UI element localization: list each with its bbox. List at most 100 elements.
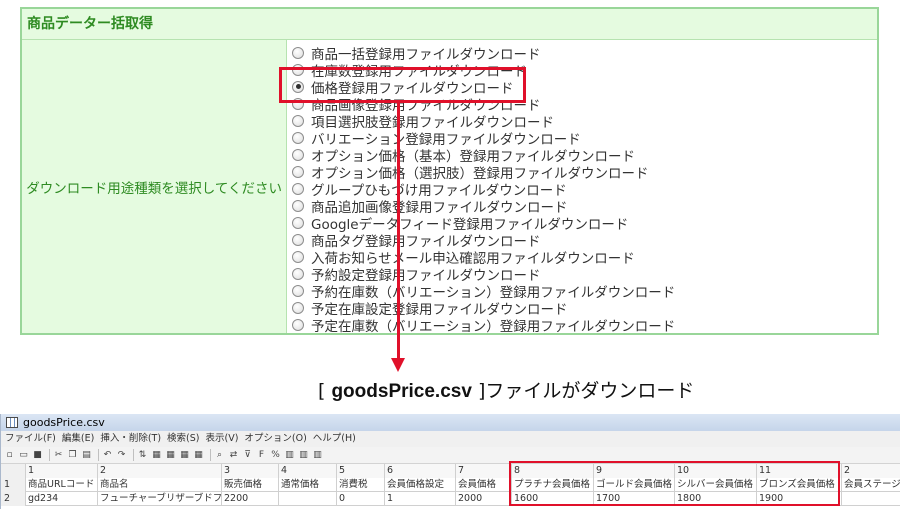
radio-icon[interactable] — [292, 199, 304, 212]
menu-item[interactable]: 検索(S) — [167, 431, 199, 447]
note-filename: goodsPrice.csv — [331, 381, 472, 402]
column-number-cell[interactable]: 4 — [278, 464, 336, 478]
table-cell[interactable] — [841, 492, 900, 506]
menu-item[interactable]: ヘルプ(H) — [313, 431, 356, 447]
radio-icon[interactable] — [292, 250, 304, 263]
redo-icon[interactable]: ↷ — [116, 450, 127, 461]
download-type-label-cell: ダウンロード用途種類を選択してください — [22, 40, 287, 333]
open-icon[interactable]: ▭ — [18, 450, 29, 461]
download-option[interactable]: 商品一括登録用ファイルダウンロード — [290, 44, 875, 63]
table-cell[interactable]: 通常価格 — [278, 478, 336, 492]
table-cell[interactable]: 会員価格 — [455, 478, 511, 492]
calc-icon[interactable]: % — [270, 450, 281, 461]
table-cell[interactable]: 会員価格設定 — [384, 478, 455, 492]
radio-icon[interactable] — [292, 267, 304, 280]
menu-item[interactable]: 編集(E) — [62, 431, 94, 447]
product-bulk-download-panel: 商品データー括取得 ダウンロード用途種類を選択してください 商品一括登録用ファイ… — [20, 7, 879, 335]
radio-icon[interactable] — [292, 182, 304, 195]
arrow-line — [397, 103, 400, 360]
menu-item[interactable]: オプション(O) — [244, 431, 306, 447]
download-type-prompt: ダウンロード用途種類を選択してください — [26, 180, 282, 197]
radio-icon[interactable] — [292, 165, 304, 178]
menu-item[interactable]: 挿入・削除(T) — [100, 431, 161, 447]
table-cell[interactable]: 2000 — [455, 492, 511, 506]
panel-title: 商品データー括取得 — [22, 9, 877, 40]
csv-window-titlebar: goodsPrice.csv — [1, 414, 900, 431]
grid-icon[interactable]: ▦ — [193, 450, 204, 461]
spreadsheet-app-icon — [6, 417, 18, 428]
row-number[interactable] — [1, 464, 25, 478]
sort-icon[interactable]: ⇅ — [137, 450, 148, 461]
csv-window-title: goodsPrice.csv — [23, 416, 105, 429]
table-cell[interactable]: 商品名 — [97, 478, 221, 492]
download-option[interactable]: 予約在庫数（バリエーション）登録用ファイルダウンロード — [290, 282, 875, 301]
table-cell[interactable]: 販売価格 — [221, 478, 278, 492]
radio-icon[interactable] — [292, 233, 304, 246]
toolbar-separator — [49, 449, 50, 461]
view-icon[interactable]: ▥ — [284, 450, 295, 461]
radio-icon[interactable] — [292, 318, 304, 331]
table-cell[interactable]: 商品URLコード — [25, 478, 97, 492]
download-option-label: 予定在庫数（バリエーション）登録用ファイルダウンロード — [311, 318, 676, 335]
radio-icon[interactable] — [292, 46, 304, 59]
toolbar-separator — [133, 449, 134, 461]
download-option[interactable]: 予定在庫数（バリエーション）登録用ファイルダウンロード — [290, 316, 875, 335]
highlight-box-member-prices — [509, 461, 840, 506]
row-number[interactable]: 2 — [1, 492, 25, 506]
grid-icon[interactable]: ▦ — [165, 450, 176, 461]
download-option[interactable]: Googleデータフィード登録用ファイルダウンロード — [290, 214, 875, 233]
table-cell[interactable]: 0 — [336, 492, 384, 506]
download-option[interactable]: 入荷お知らせメール申込確認用ファイルダウンロード — [290, 248, 875, 267]
download-option[interactable]: 予約設定登録用ファイルダウンロード — [290, 265, 875, 284]
radio-icon[interactable] — [292, 216, 304, 229]
table-cell[interactable]: 2200 — [221, 492, 278, 506]
note-close: ]ファイルがダウンロード — [471, 380, 695, 402]
table-cell[interactable] — [278, 492, 336, 506]
table-cell[interactable]: 会員ステージ05 — [841, 478, 900, 492]
download-option[interactable]: 商品追加画像登録用ファイルダウンロード — [290, 197, 875, 216]
view-icon[interactable]: ▥ — [312, 450, 323, 461]
download-option[interactable]: バリエーション登録用ファイルダウンロード — [290, 129, 875, 148]
undo-icon[interactable]: ↶ — [102, 450, 113, 461]
save-icon[interactable]: ■ — [32, 450, 43, 461]
radio-icon[interactable] — [292, 284, 304, 297]
column-number-cell[interactable]: 1 — [25, 464, 97, 478]
view-icon[interactable]: ▥ — [298, 450, 309, 461]
radio-icon[interactable] — [292, 131, 304, 144]
download-option[interactable]: オプション価格（基本）登録用ファイルダウンロード — [290, 146, 875, 165]
highlight-box-price-option — [279, 67, 526, 103]
grid-icon[interactable]: ▦ — [179, 450, 190, 461]
column-number-cell[interactable]: 3 — [221, 464, 278, 478]
radio-icon[interactable] — [292, 114, 304, 127]
table-cell[interactable]: 消費税 — [336, 478, 384, 492]
column-number-cell[interactable]: 6 — [384, 464, 455, 478]
download-option[interactable]: 商品タグ登録用ファイルダウンロード — [290, 231, 875, 250]
column-number-cell[interactable]: 2 — [97, 464, 221, 478]
row-number[interactable]: 1 — [1, 478, 25, 492]
copy-icon[interactable]: ❐ — [67, 450, 78, 461]
table-cell[interactable]: gd234 — [25, 492, 97, 506]
table-cell[interactable]: フューチャーブリザーブドフラワ — [97, 492, 221, 506]
paste-icon[interactable]: ▤ — [81, 450, 92, 461]
grid-icon[interactable]: ▦ — [151, 450, 162, 461]
download-option[interactable]: 予定在庫設定登録用ファイルダウンロード — [290, 299, 875, 318]
csv-menu-bar: ファイル(F) 編集(E) 挿入・削除(T) 検索(S) 表示(V) オプション(O) ヘル… — [1, 431, 900, 447]
download-option[interactable]: オプション価格（選択肢）登録用ファイルダウンロード — [290, 163, 875, 182]
cut-icon[interactable]: ✂ — [53, 450, 64, 461]
font-icon[interactable]: F — [256, 450, 267, 461]
menu-item[interactable]: ファイル(F) — [5, 431, 56, 447]
replace-icon[interactable]: ⇄ — [228, 450, 239, 461]
toolbar-separator — [210, 449, 211, 461]
menu-item[interactable]: 表示(V) — [205, 431, 238, 447]
download-option[interactable]: グループひもづけ用ファイルダウンロード — [290, 180, 875, 199]
table-cell[interactable]: 1 — [384, 492, 455, 506]
column-number-cell[interactable]: 5 — [336, 464, 384, 478]
column-number-cell[interactable]: 7 — [455, 464, 511, 478]
radio-icon[interactable] — [292, 301, 304, 314]
new-icon[interactable]: ▫ — [4, 450, 15, 461]
filter-icon[interactable]: ⊽ — [242, 450, 253, 461]
radio-icon[interactable] — [292, 148, 304, 161]
find-icon[interactable]: ⌕ — [214, 450, 225, 461]
download-option[interactable]: 項目選択肢登録用ファイルダウンロード — [290, 112, 875, 131]
column-number-cell[interactable]: 2 — [841, 464, 900, 478]
